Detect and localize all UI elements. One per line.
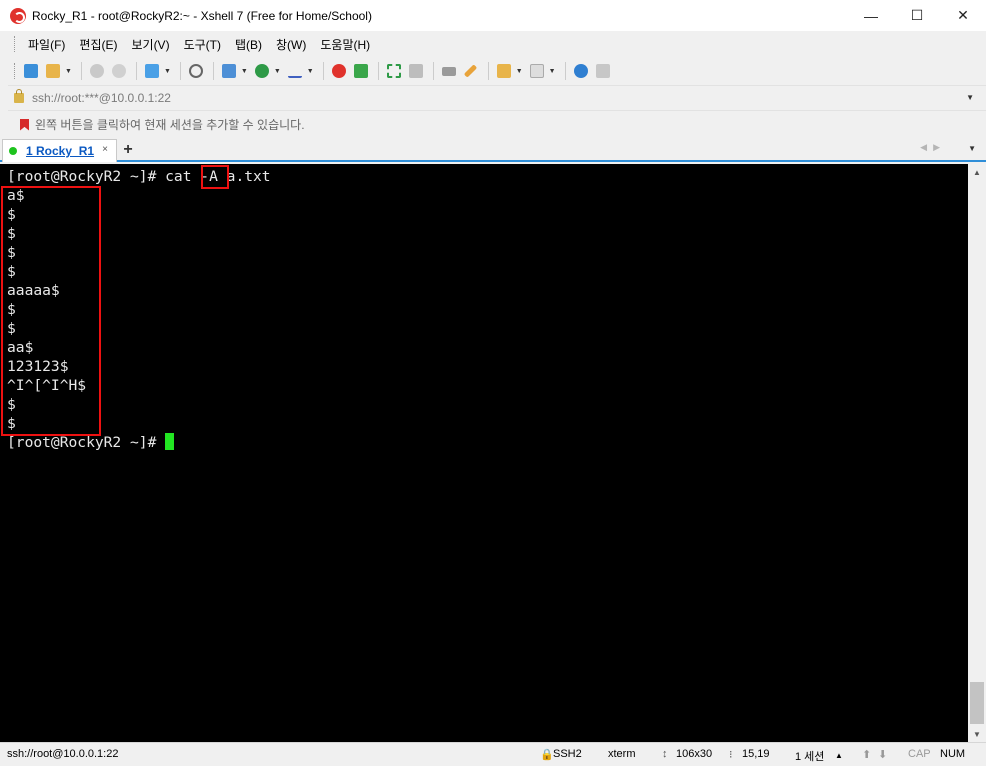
reconnect-icon[interactable] — [87, 61, 107, 81]
keyboard-icon[interactable] — [439, 61, 459, 81]
session-hint-bar: 왼쪽 버튼을 클릭하여 현재 세션을 추가할 수 있습니다. — [8, 110, 986, 138]
highlight-box-option — [201, 165, 229, 189]
toolbar-separator — [135, 62, 137, 80]
lock-icon[interactable] — [406, 61, 426, 81]
toolbar-separator — [322, 62, 324, 80]
toolbar-separator — [487, 62, 489, 80]
terminal-line: [root@RockyR2 ~]# cat -A a.txt — [7, 168, 271, 185]
xftp-icon[interactable] — [351, 61, 371, 81]
status-size: 106x30 — [676, 748, 713, 760]
font-icon[interactable] — [285, 61, 305, 81]
menu-tools[interactable]: 도구(T) — [177, 36, 228, 53]
status-sessions[interactable]: 1 세션 — [795, 748, 824, 764]
status-num-lock: NUM — [940, 748, 966, 760]
padlock-icon — [14, 89, 24, 103]
fullscreen-icon[interactable] — [384, 61, 404, 81]
maximize-button[interactable]: ☐ — [894, 0, 940, 31]
scrollbar-thumb[interactable] — [970, 682, 984, 724]
address-input[interactable]: ssh://root:***@10.0.0.1:22 — [32, 91, 171, 105]
window-controls: — ☐ ✕ — [848, 0, 986, 31]
toolbar-separator — [432, 62, 434, 80]
highlight-icon[interactable] — [461, 61, 481, 81]
menu-bar: 파일(F) 편집(E) 보기(V) 도구(T) 탭(B) 창(W) 도움말(H) — [0, 31, 986, 57]
status-protocol: SSH2 — [553, 748, 582, 760]
add-tab-button[interactable]: + — [119, 140, 137, 160]
toolbar-separator — [564, 62, 566, 80]
layout-dropdown-icon[interactable]: ▼ — [549, 68, 556, 75]
find-icon[interactable] — [186, 61, 206, 81]
highlight-box-output — [1, 186, 101, 436]
terminal-prompt: [root@RockyR2 ~]# — [7, 434, 166, 451]
menu-window[interactable]: 창(W) — [269, 36, 313, 53]
menu-grip-icon — [14, 36, 17, 52]
close-button[interactable]: ✕ — [940, 0, 986, 31]
tab-list-dropdown-icon[interactable]: ▼ — [968, 144, 976, 153]
window-title: Rocky_R1 - root@RockyR2:~ - Xshell 7 (Fr… — [32, 8, 372, 23]
session-prev-icon[interactable]: ⬆ — [862, 748, 871, 761]
tab-label: 1 Rocky_R1 — [26, 144, 95, 158]
address-bar: ssh://root:***@10.0.0.1:22 ▼ — [8, 85, 986, 110]
status-position: 15,19 — [742, 748, 770, 760]
toolbar-separator — [377, 62, 379, 80]
help-icon[interactable] — [571, 61, 591, 81]
title-bar: Rocky_R1 - root@RockyR2:~ - Xshell 7 (Fr… — [0, 0, 986, 31]
open-folder-icon[interactable] — [43, 61, 63, 81]
cursor-position-icon: ⁝ — [729, 749, 733, 761]
globe-icon[interactable] — [252, 61, 272, 81]
toolbar: ▼ ▼ ▼ ▼ ▼ ▼ ▼ — [0, 57, 986, 85]
toolbar-grip-icon — [14, 63, 17, 79]
open-dropdown-icon[interactable]: ▼ — [65, 68, 72, 75]
tab-close-icon[interactable]: × — [102, 144, 108, 155]
globe-dropdown-icon[interactable]: ▼ — [274, 68, 281, 75]
hint-text: 왼쪽 버튼을 클릭하여 현재 세션을 추가할 수 있습니다. — [35, 118, 305, 132]
status-caps-lock: CAP — [908, 748, 931, 760]
scroll-down-icon[interactable]: ▼ — [968, 726, 986, 742]
terminal-cursor — [165, 433, 175, 450]
chat-icon[interactable] — [593, 61, 613, 81]
terminal-size-icon: ↕ — [662, 748, 668, 760]
menu-edit[interactable]: 편집(E) — [72, 36, 124, 53]
tab-rocky-r1[interactable]: 1 Rocky_R1 × — [2, 139, 117, 162]
compose-dropdown-icon[interactable]: ▼ — [516, 68, 523, 75]
terminal-scrollbar[interactable]: ▲ ▼ — [968, 164, 986, 742]
status-connection: ssh://root@10.0.0.1:22 — [7, 748, 119, 760]
transfer-icon[interactable] — [219, 61, 239, 81]
font-dropdown-icon[interactable]: ▼ — [307, 68, 314, 75]
toolbar-separator — [80, 62, 82, 80]
compose-icon[interactable] — [494, 61, 514, 81]
transfer-dropdown-icon[interactable]: ▼ — [241, 68, 248, 75]
address-dropdown-icon[interactable]: ▼ — [966, 93, 974, 102]
disconnect-icon[interactable] — [109, 61, 129, 81]
properties-dropdown-icon[interactable]: ▼ — [164, 68, 171, 75]
toolbar-separator — [179, 62, 181, 80]
new-session-icon[interactable] — [21, 61, 41, 81]
status-terminal-type: xterm — [608, 748, 636, 760]
properties-icon[interactable] — [142, 61, 162, 81]
session-next-icon[interactable]: ⬇ — [878, 748, 887, 761]
sessions-dropdown-icon[interactable]: ▲ — [835, 751, 843, 760]
tab-strip: 1 Rocky_R1 × + ◀▶ ▼ — [0, 138, 986, 162]
menu-tab[interactable]: 탭(B) — [228, 36, 269, 53]
bookmark-icon[interactable] — [20, 118, 29, 131]
scroll-up-icon[interactable]: ▲ — [968, 164, 986, 180]
status-bar: ssh://root@10.0.0.1:22 🔒 SSH2 xterm ↕ 10… — [0, 742, 986, 766]
menu-file[interactable]: 파일(F) — [21, 36, 72, 53]
xshell-icon[interactable] — [329, 61, 349, 81]
toolbar-separator — [212, 62, 214, 80]
minimize-button[interactable]: — — [848, 0, 894, 31]
connected-status-icon — [9, 147, 17, 155]
terminal-area[interactable]: [root@RockyR2 ~]# cat -A a.txt a$ $ $ $ … — [0, 164, 968, 742]
menu-view[interactable]: 보기(V) — [124, 36, 176, 53]
tab-scroll-arrows-icon[interactable]: ◀▶ — [920, 142, 946, 153]
layout-icon[interactable] — [527, 61, 547, 81]
xshell-logo-icon — [10, 7, 26, 24]
menu-help[interactable]: 도움말(H) — [313, 36, 377, 53]
ssh-lock-icon: 🔒 — [540, 749, 554, 761]
